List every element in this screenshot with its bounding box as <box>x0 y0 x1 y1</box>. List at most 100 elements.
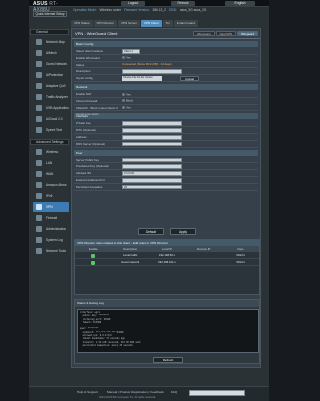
copyright-text: 2024 ASUSTeK Computer Inc. All rights re… <box>99 396 156 399</box>
sidebar-item-aiprotection[interactable]: AiProtection <box>33 70 69 80</box>
enabled-status-icon[interactable] <box>91 253 96 258</box>
description-field[interactable] <box>122 69 182 74</box>
preshared-key-optional-field[interactable] <box>122 164 182 169</box>
mtu-optional-field[interactable] <box>122 128 182 133</box>
sidebar-item-amazon-alexa[interactable]: Amazon Alexa <box>33 180 69 190</box>
faq-search-input[interactable] <box>189 390 245 396</box>
sidebar-item-wan[interactable]: WAN <box>33 169 69 179</box>
radio-label: Block <box>126 98 134 103</box>
allowed-ips-field[interactable]: 0.0.0.0/0 <box>122 171 182 176</box>
endpoint-address-port-field[interactable] <box>122 177 182 183</box>
wireless-icon <box>36 149 42 155</box>
form-row: Server Public Key <box>74 157 258 164</box>
table-cell <box>185 252 222 258</box>
sidebar-item-aicloud-2-0[interactable]: AiCloud 2.0 <box>33 114 69 124</box>
select-client-instance-field[interactable]: Client 1 <box>122 49 140 54</box>
sidebar-item-label: USB Application <box>46 106 69 110</box>
sidebar-item-traffic-analyzer[interactable]: Traffic Analyzer <box>33 92 69 102</box>
form-row: Enable WireGuard Yes <box>74 55 258 62</box>
field-value-cell <box>120 134 258 140</box>
inbound-firewall-radio[interactable]: Block <box>122 99 133 103</box>
field-label: Description <box>76 69 91 74</box>
address-field[interactable] <box>122 134 182 140</box>
connection-status: Connected (Since 00:11 PM - 14 days) <box>122 61 172 66</box>
upload-button[interactable]: Upload <box>180 76 200 82</box>
sidebar-item-administration[interactable]: Administration <box>33 224 69 234</box>
sidebar-item-network-map[interactable]: Network Map <box>33 37 69 47</box>
apply-button[interactable]: Apply <box>170 228 196 235</box>
sidebar-item-vpn[interactable]: VPN <box>33 202 69 212</box>
dns-server-optional-field[interactable] <box>122 141 182 147</box>
table-row[interactable]: Local traffic 192.168.50.x WGC1 <box>75 252 259 259</box>
enable-nat-radio[interactable]: Yes <box>122 92 131 97</box>
tab-vpn-server[interactable]: VPN Server <box>118 20 140 27</box>
form-row: Allowed IPs 0.0.0.0/0 <box>74 170 258 177</box>
tab-instant-guard[interactable]: Instant Guard <box>173 20 198 27</box>
log-output[interactable]: interface: wgc1 public key: ******** lis… <box>77 309 259 353</box>
firewall-icon <box>36 215 42 221</box>
operation-mode-value[interactable]: Wireless router <box>100 8 121 12</box>
logout-button[interactable]: Logout <box>121 1 145 6</box>
vpn-director-rules-table: VPN Director rules related to this clien… <box>74 239 260 295</box>
sidebar-item-system-log[interactable]: System Log <box>33 235 69 245</box>
enabled-status-icon[interactable] <box>91 260 96 265</box>
aicloud-2-0-icon <box>36 116 42 122</box>
sidebar-item-aimesh[interactable]: AiMesh <box>33 48 69 58</box>
field-label: Status <box>76 62 85 67</box>
firmware-label: Firmware Version: <box>123 8 150 12</box>
log-title: Status & Debug Log <box>75 300 259 307</box>
import-file-input[interactable]: Choose File No file chosen <box>122 76 162 81</box>
tab-vpn-director[interactable]: VPN Director <box>93 20 118 27</box>
field-label: Address <box>76 134 87 139</box>
ssid-value: asus_5G asus_2G <box>179 8 207 12</box>
wireguard-toggle[interactable]: WireGuard <box>192 31 215 36</box>
administration-icon <box>36 226 42 232</box>
field-value-cell <box>120 127 258 133</box>
form-row: Select client instance Client 1 <box>74 48 258 55</box>
language-select[interactable]: English <box>225 1 255 6</box>
field-label: Endpoint Address:Port <box>76 177 105 182</box>
radio-label: Yes <box>126 55 131 60</box>
sidebar-item-adaptive-qos[interactable]: Adaptive QoS <box>33 81 69 91</box>
refresh-button[interactable]: Refresh <box>153 357 183 363</box>
sidebar-item-speed-test[interactable]: Speed Test <box>33 125 69 135</box>
firmware-value[interactable]: 386.13_2 <box>153 8 166 12</box>
sidebar-item-usb-application[interactable]: USB Application <box>33 103 69 113</box>
form-row: Killswitch - Block routed clients if tun… <box>74 105 258 116</box>
killswitch-block-routed-clients-if-tunnel-goes-down-radio[interactable]: Yes <box>122 106 131 110</box>
tab-vpn-client[interactable]: VPN Client <box>140 20 162 27</box>
persistent-keepalive-field[interactable]: 25 <box>122 184 182 190</box>
table-row[interactable]: Guest network 192.168.101.x WGC1 <box>75 259 259 266</box>
sidebar-item-network-tools[interactable]: Network Tools <box>33 246 69 256</box>
footer-links[interactable]: Manual | Product Registration | Feedback <box>107 390 164 395</box>
faq-link[interactable]: FAQ <box>171 390 177 395</box>
field-label: Enable WireGuard <box>76 55 100 60</box>
sidebar-item-guest-network[interactable]: Guest Network <box>33 59 69 69</box>
private-key-field[interactable] <box>122 121 182 126</box>
status-log-box: Status & Debug Log interface: wgc1 publi… <box>74 299 260 364</box>
sidebar-item-label: VPN <box>46 205 53 209</box>
sidebar-item-firewall[interactable]: Firewall <box>33 213 69 223</box>
sidebar-advanced-header: Advanced Settings <box>30 139 69 145</box>
sidebar: General Network Map AiMesh Guest Network Ai… <box>30 28 69 263</box>
section-peer: Peer <box>74 149 258 156</box>
field-value-cell: Client 1 <box>120 48 258 54</box>
sidebar-item-ipv6[interactable]: IPv6 <box>33 191 69 201</box>
enable-wireguard-radio[interactable]: Yes <box>122 56 131 60</box>
tab-vpn-status[interactable]: VPN Status <box>71 20 93 27</box>
server-public-key-field[interactable] <box>122 157 182 163</box>
table-cell: 192.168.50.x <box>158 253 176 257</box>
default-button[interactable]: Default <box>138 228 164 235</box>
openvpn-toggle[interactable]: OpenVPN <box>215 31 237 36</box>
sidebar-item-wireless[interactable]: Wireless <box>33 147 69 157</box>
ipv6-icon <box>36 193 42 199</box>
sidebar-item-lan[interactable]: LAN <box>33 158 69 168</box>
field-label: Select client instance <box>76 49 104 53</box>
radio-dot-icon <box>122 99 125 103</box>
tab-tor[interactable]: Tor <box>162 20 173 27</box>
wireguard-active-toggle[interactable]: Wireguard <box>237 31 258 36</box>
quick-internet-setup-button[interactable]: Quick Internet Setup <box>33 11 67 17</box>
vpn-icon <box>36 204 42 210</box>
reboot-button[interactable]: Reboot <box>171 1 195 6</box>
aiprotection-icon <box>36 72 42 78</box>
